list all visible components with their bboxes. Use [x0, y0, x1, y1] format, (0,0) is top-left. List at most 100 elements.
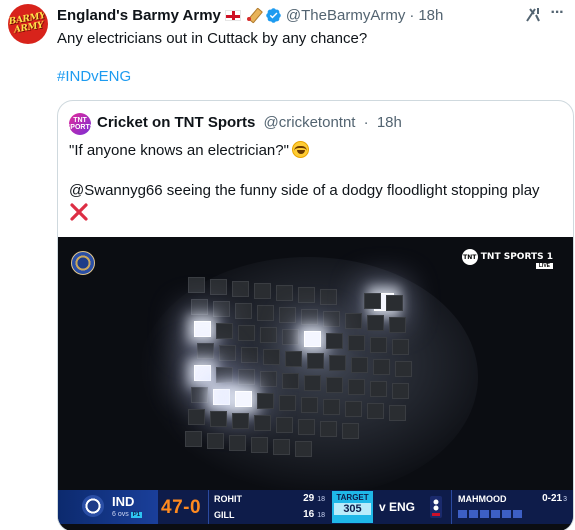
barmy-army-logo: BARMY ARMY [8, 10, 47, 36]
scoreboard: IND 6 ovs P1 47-0 ROHIT 29 18 GILL 16 18 TA… [58, 490, 573, 524]
more-icon[interactable]: ··· [547, 3, 567, 23]
batters-block: ROHIT 29 18 GILL 16 18 [208, 490, 329, 524]
floodlight-panel [273, 439, 290, 455]
target-label: TARGET [336, 493, 369, 502]
floodlight-panel [210, 279, 227, 295]
ball-indicator [480, 510, 489, 518]
batting-team-block: IND 6 ovs P1 [58, 490, 158, 524]
floodlight-panel [304, 331, 321, 347]
bowler-figures: 0-213 [542, 493, 567, 504]
floodlight-panel [279, 307, 296, 323]
floodlight-panel [345, 401, 362, 417]
floodlight-panel [232, 413, 249, 429]
separator-dot: · [409, 6, 415, 24]
floodlight-panel [210, 411, 227, 427]
floodlight-panel [194, 321, 211, 337]
floodlight-panel [285, 351, 302, 367]
live-badge: LIVE [535, 263, 553, 269]
floodlight-panel [276, 285, 293, 301]
floodlight-panel [229, 435, 246, 451]
video-player[interactable]: TNT TNT SPORTS 1 LIVE IND 6 ovs P1 47-0 R… [58, 237, 573, 530]
floodlight-panel [241, 347, 258, 363]
ball-indicator [502, 510, 511, 518]
ball-indicator [513, 510, 522, 518]
floodlight-panel [389, 405, 406, 421]
batter-runs: 16 [303, 509, 315, 520]
floodlight-panel [370, 381, 387, 397]
england-flag-icon [224, 9, 241, 21]
rolling-laughing-emoji-icon [291, 141, 309, 158]
floodlight-panel [188, 409, 205, 425]
batting-team: IND [112, 494, 135, 509]
batter-balls: 18 [317, 512, 325, 519]
floodlight-panel [257, 305, 274, 321]
quote-display-name[interactable]: Cricket on TNT Sports [97, 114, 255, 131]
ball-indicator [458, 510, 467, 518]
floodlight-panel [235, 303, 252, 319]
floodlight-panel [342, 423, 359, 439]
tweet-header: England's Barmy Army @TheBarmyArmy · 18h [57, 5, 567, 25]
floodlight-panel [213, 301, 230, 317]
bowler-figures-text: 0-21 [542, 493, 563, 504]
floodlight-panel [345, 313, 362, 329]
floodlight-panel [351, 357, 368, 373]
floodlight-panel [373, 359, 390, 375]
floodlight-panel [188, 277, 205, 293]
video-progress[interactable] [58, 524, 573, 530]
floodlight-panel [254, 283, 271, 299]
floodlight-panel [367, 403, 384, 419]
quote-separator-dot: · [363, 114, 369, 131]
floodlight-panel [323, 311, 340, 327]
quote-text-line1-text: "If anyone knows an electrician?" [69, 142, 289, 159]
quote-avatar[interactable]: TNT SPORTS [66, 113, 94, 135]
floodlight-panel [251, 437, 268, 453]
floodlight-panel [298, 287, 315, 303]
batter-name: GILL [214, 509, 235, 520]
floodlight-panel [276, 417, 293, 433]
floodlight-panel [295, 441, 312, 457]
quote-text-line2: @Swannyg66 seeing the funny side of a do… [69, 182, 540, 199]
quoted-tweet[interactable]: TNT SPORTS Cricket on TNT Sports @cricke… [57, 100, 574, 530]
overs: 6 ovs P1 [112, 511, 143, 518]
cross-mark-icon [70, 203, 88, 221]
floodlight-panel [185, 431, 202, 447]
avatar[interactable]: BARMY ARMY [8, 4, 48, 44]
floodlight-panel [348, 379, 365, 395]
batter-row: ROHIT 29 18 [214, 491, 325, 506]
floodlight-panel [282, 373, 299, 389]
floodlight-panel [219, 345, 236, 361]
floodlight-panel [260, 371, 277, 387]
floodlight-panel [386, 295, 403, 311]
batter-name: ROHIT [214, 493, 242, 504]
floodlight-panel [320, 421, 337, 437]
quote-handle[interactable]: @cricketontnt [264, 114, 356, 131]
grok-icon[interactable] [523, 5, 543, 25]
floodlight-panel [326, 377, 343, 393]
india-crest-icon [82, 495, 104, 517]
cricket-bat-icon [245, 7, 261, 23]
floodlight-panel [395, 361, 412, 377]
floodlight-panel [213, 389, 230, 405]
floodlight-panel [389, 317, 406, 333]
timestamp[interactable]: 18h [418, 7, 443, 24]
bcci-logo-icon [71, 251, 95, 275]
floodlight-panel [298, 419, 315, 435]
floodlight-panel [207, 433, 224, 449]
verified-badge-icon[interactable] [265, 7, 282, 24]
display-name[interactable]: England's Barmy Army [57, 7, 221, 24]
floodlight-panel [260, 327, 277, 343]
ball-indicator [469, 510, 478, 518]
floodlight-panel [367, 315, 384, 331]
over-balls [458, 510, 522, 518]
target-box: TARGET 305 [332, 491, 373, 523]
england-crest-icon [430, 496, 442, 518]
hashtag-link[interactable]: #INDvENG [57, 67, 131, 87]
handle[interactable]: @TheBarmyArmy [286, 7, 405, 24]
opponent: v ENG [379, 500, 416, 514]
bowler-name: MAHMOOD [458, 494, 507, 504]
quote-timestamp[interactable]: 18h [377, 114, 402, 131]
floodlight-panel [392, 339, 409, 355]
team-total: 47-0 [161, 497, 202, 518]
floodlight-panel [282, 329, 299, 345]
powerplay-badge: P1 [130, 512, 143, 518]
